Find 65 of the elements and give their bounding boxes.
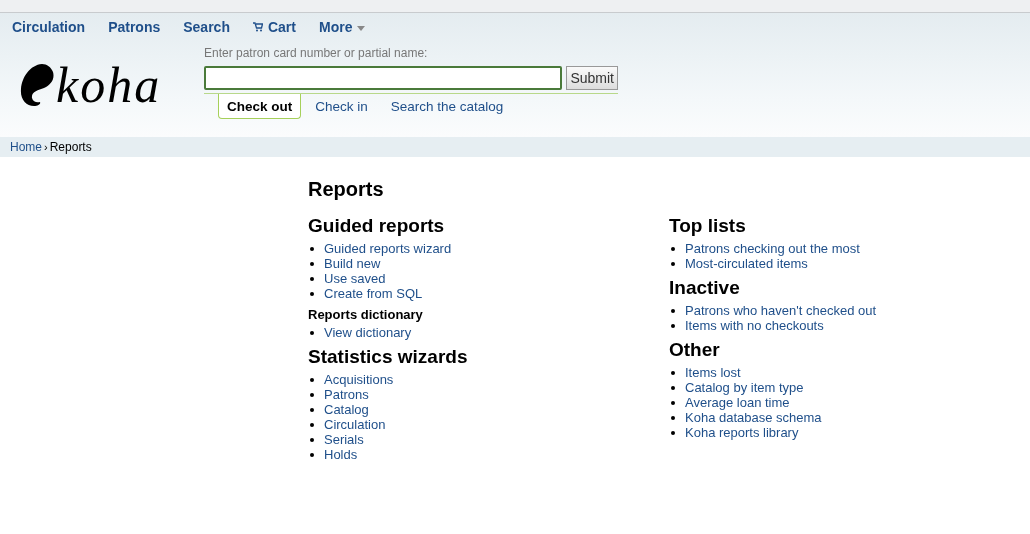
bullet-icon — [671, 430, 675, 435]
report-link[interactable]: Use saved — [324, 271, 386, 286]
bullet-icon — [310, 407, 314, 412]
bullet-icon — [310, 437, 314, 442]
bullet-icon — [671, 308, 675, 313]
nav-link[interactable]: More — [318, 18, 366, 35]
tab[interactable]: Search the catalog — [381, 94, 513, 119]
nav-link[interactable]: Search — [183, 18, 230, 35]
breadcrumb-link[interactable]: Home — [10, 140, 42, 154]
bullet-icon — [671, 246, 675, 251]
tab[interactable]: Check in — [306, 94, 377, 119]
bullet-icon — [310, 246, 314, 251]
report-link[interactable]: Create from SQL — [324, 286, 423, 301]
section-heading: Guided reports — [308, 214, 446, 238]
bullet-icon — [310, 377, 314, 382]
bullet-icon — [310, 392, 314, 397]
bullet-icon — [310, 452, 314, 457]
tab[interactable]: Check out — [218, 94, 302, 119]
report-link[interactable]: Patrons — [324, 387, 369, 402]
report-link[interactable]: Most-circulated items — [685, 256, 808, 271]
report-link[interactable]: Serials — [324, 432, 364, 447]
bullet-icon — [671, 415, 675, 420]
report-link[interactable]: View dictionary — [324, 325, 412, 340]
section-heading: Statistics wizards — [308, 345, 469, 369]
section-heading: Inactive — [669, 276, 741, 300]
bullet-icon — [310, 276, 314, 281]
bullet-icon — [671, 400, 675, 405]
report-link[interactable]: Acquisitions — [324, 372, 394, 387]
section-heading: Reports dictionary — [308, 306, 424, 323]
section-heading: Top lists — [669, 214, 747, 238]
section-heading: Other — [669, 338, 721, 362]
page-title: Reports — [308, 177, 385, 201]
report-link[interactable]: Patrons checking out the most — [685, 241, 860, 256]
bullet-icon — [671, 261, 675, 266]
bullet-icon — [310, 330, 314, 335]
koha-leaf-icon — [20, 63, 54, 107]
report-link[interactable]: Guided reports wizard — [324, 241, 452, 256]
bullet-icon — [671, 385, 675, 390]
caret-icon — [357, 26, 366, 31]
bullet-icon — [671, 370, 675, 375]
patron-search-field[interactable] — [204, 66, 563, 90]
report-link[interactable]: Catalog — [324, 402, 369, 417]
bullet-icon — [310, 422, 314, 427]
report-link[interactable]: Catalog by item type — [685, 380, 804, 395]
report-link[interactable]: Average loan time — [685, 395, 790, 410]
nav-link[interactable]: Circulation — [12, 18, 86, 35]
bullet-icon — [310, 291, 314, 296]
report-link[interactable]: Circulation — [324, 417, 386, 432]
koha-logo[interactable]: koha — [20, 55, 184, 115]
report-link[interactable]: Patrons who haven't checked out — [685, 303, 877, 318]
search-label: Enter patron card number or partial name: — [204, 46, 429, 60]
report-link[interactable]: Koha database schema — [685, 410, 822, 425]
report-link[interactable]: Build new — [324, 256, 381, 271]
breadcrumb-separator: › — [44, 141, 48, 153]
bullet-icon — [310, 261, 314, 266]
report-link[interactable]: Holds — [324, 447, 358, 462]
submit-button[interactable]: Submit — [566, 66, 618, 90]
nav-link[interactable]: Patrons — [108, 18, 161, 35]
report-link[interactable]: Koha reports library — [685, 425, 799, 440]
report-link[interactable]: Items with no checkouts — [685, 318, 824, 333]
nav-link[interactable]: Cart — [252, 18, 296, 35]
breadcrumb-current: Reports — [49, 140, 92, 154]
cart-icon — [252, 21, 263, 32]
report-link[interactable]: Items lost — [685, 365, 741, 380]
bullet-icon — [671, 323, 675, 328]
